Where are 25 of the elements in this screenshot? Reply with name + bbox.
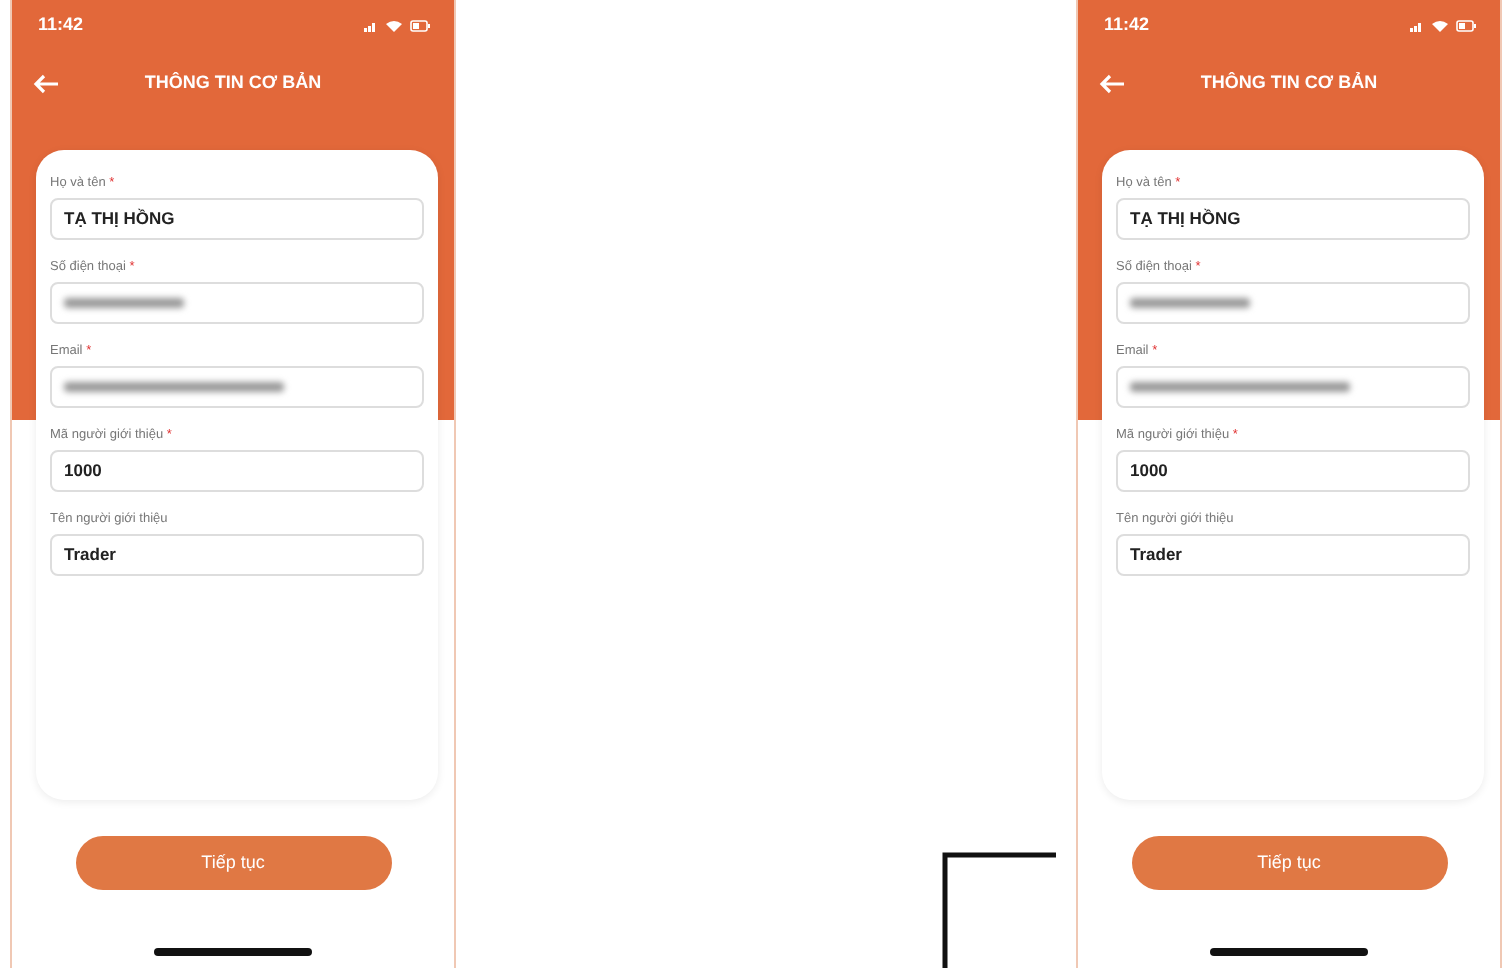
blurred-text [1130, 298, 1250, 308]
input-field[interactable]: TẠ THỊ HỒNG [50, 198, 424, 240]
screen-title: THÔNG TIN CƠ BẢN [1200, 70, 1378, 97]
wifi-icon [386, 20, 402, 32]
signal-icon [1410, 20, 1424, 32]
status-time: 11:42 [38, 12, 84, 39]
back-button[interactable] [32, 74, 60, 94]
input-field[interactable] [50, 366, 424, 408]
input-field[interactable] [1116, 366, 1470, 408]
battery-icon [1456, 20, 1476, 32]
screen-title: THÔNG TIN CƠ BẢN [144, 70, 322, 97]
input-field[interactable]: 1000 [50, 450, 424, 492]
wifi-icon [1432, 20, 1448, 32]
input-field[interactable]: 1000 [1116, 450, 1470, 492]
battery-icon [410, 20, 430, 32]
input-field[interactable] [50, 282, 424, 324]
blurred-text [64, 298, 184, 308]
input-field[interactable]: Trader [1116, 534, 1470, 576]
corner-line [942, 852, 1056, 968]
input-field[interactable]: Trader [50, 534, 424, 576]
signal-icon [364, 20, 378, 32]
back-button[interactable] [1098, 74, 1126, 94]
status-time: 11:42 [1104, 12, 1150, 39]
input-field[interactable]: TẠ THỊ HỒNG [1116, 198, 1470, 240]
input-field[interactable] [1116, 282, 1470, 324]
